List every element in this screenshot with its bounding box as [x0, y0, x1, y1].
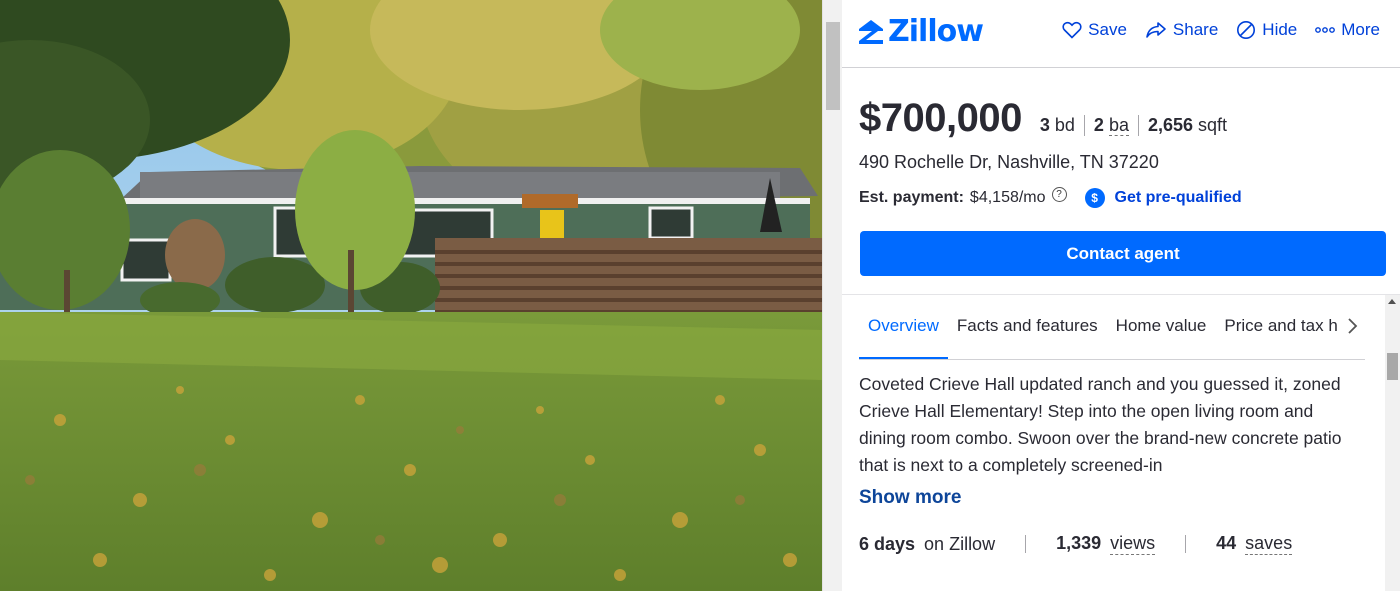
- tab-facts-and-features[interactable]: Facts and features: [948, 300, 1107, 359]
- payment-label: Est. payment:: [859, 189, 964, 206]
- divider: [842, 294, 1400, 295]
- more-icon: [1315, 27, 1336, 33]
- details-scrollbar-thumb[interactable]: [1387, 353, 1398, 380]
- days-label: on Zillow: [924, 533, 996, 554]
- views-stat[interactable]: 1,339 views: [1056, 533, 1156, 555]
- get-prequalified-link[interactable]: $ Get pre-qualified: [1084, 188, 1242, 208]
- panel-header: Zillow Save Share Hide More: [842, 0, 1400, 68]
- listing-tabs: Overview Facts and features Home value P…: [859, 300, 1365, 360]
- tab-overview[interactable]: Overview: [859, 300, 948, 359]
- header-actions: Save Share Hide More: [1062, 20, 1380, 40]
- listing-description: Coveted Crieve Hall updated ranch and yo…: [859, 374, 1342, 475]
- details-scrollbar[interactable]: [1385, 295, 1400, 591]
- stat-separator: [1025, 535, 1027, 553]
- baths-value: 2: [1093, 115, 1104, 135]
- home-facts: 3 bd 2 ba 2,656 sqft: [1040, 115, 1236, 136]
- beds-value: 3: [1039, 115, 1050, 135]
- zillow-logo-icon: [859, 19, 883, 44]
- payment-value: $4,158/mo: [969, 189, 1046, 206]
- sqft-unit: sqft: [1198, 115, 1228, 135]
- help-icon[interactable]: ?: [1051, 186, 1067, 202]
- beds-fact: 3 bd: [1040, 115, 1084, 136]
- photo-scrollbar-thumb[interactable]: [826, 22, 840, 110]
- contact-agent-button[interactable]: Contact agent: [860, 231, 1386, 276]
- baths-fact[interactable]: 2 ba: [1083, 115, 1138, 136]
- photo-scrollbar[interactable]: [822, 0, 842, 591]
- dollar-icon: $: [1084, 188, 1105, 208]
- stat-separator: [1185, 535, 1187, 553]
- share-button[interactable]: Share: [1145, 20, 1218, 40]
- scroll-up-arrow-icon[interactable]: [1388, 299, 1396, 304]
- listing-address: 490 Rochelle Dr, Nashville, TN 37220: [859, 152, 1159, 172]
- hide-icon: [1237, 21, 1256, 39]
- show-more-link[interactable]: Show more: [859, 487, 961, 509]
- prequal-label: Get pre-qualified: [1114, 189, 1242, 206]
- heart-icon: [1062, 21, 1082, 39]
- sqft-fact: 2,656 sqft: [1137, 115, 1236, 136]
- baths-unit: ba: [1108, 115, 1129, 136]
- more-button[interactable]: More: [1315, 20, 1380, 40]
- tab-home-value[interactable]: Home value: [1107, 300, 1216, 359]
- views-label: views: [1110, 533, 1156, 555]
- saves-value: 44: [1216, 533, 1237, 553]
- listing-price: $700,000: [859, 96, 1022, 140]
- price-row: $700,000 3 bd 2 ba 2,656 sqft: [859, 96, 1236, 141]
- listing-photo[interactable]: [0, 0, 822, 591]
- listing-panel: Zillow Save Share Hide More $700,000 3 b…: [842, 0, 1400, 591]
- save-button[interactable]: Save: [1062, 20, 1127, 40]
- days-on-zillow: 6 days on Zillow: [859, 534, 995, 555]
- save-label: Save: [1088, 20, 1127, 39]
- estimated-payment: Est. payment: $4,158/mo ? $ Get pre-qual…: [859, 186, 1242, 208]
- share-icon: [1146, 22, 1166, 38]
- days-value: 6 days: [859, 533, 916, 554]
- hide-button[interactable]: Hide: [1236, 20, 1297, 40]
- beds-unit: bd: [1054, 115, 1075, 135]
- chevron-right-icon[interactable]: [1342, 316, 1362, 336]
- saves-stat[interactable]: 44 saves: [1216, 533, 1293, 555]
- saves-label: saves: [1245, 533, 1293, 555]
- hide-label: Hide: [1262, 20, 1298, 39]
- views-value: 1,339: [1056, 533, 1102, 553]
- sqft-value: 2,656: [1147, 115, 1194, 135]
- listing-stats: 6 days on Zillow 1,339 views 44 saves: [859, 533, 1293, 555]
- share-label: Share: [1172, 20, 1219, 39]
- zillow-logo[interactable]: Zillow: [858, 14, 984, 49]
- house-photo: [0, 0, 822, 591]
- zillow-logo-text: Zillow: [888, 14, 984, 49]
- more-label: More: [1341, 20, 1380, 39]
- tab-price-and-tax-history[interactable]: Price and tax h: [1215, 300, 1346, 359]
